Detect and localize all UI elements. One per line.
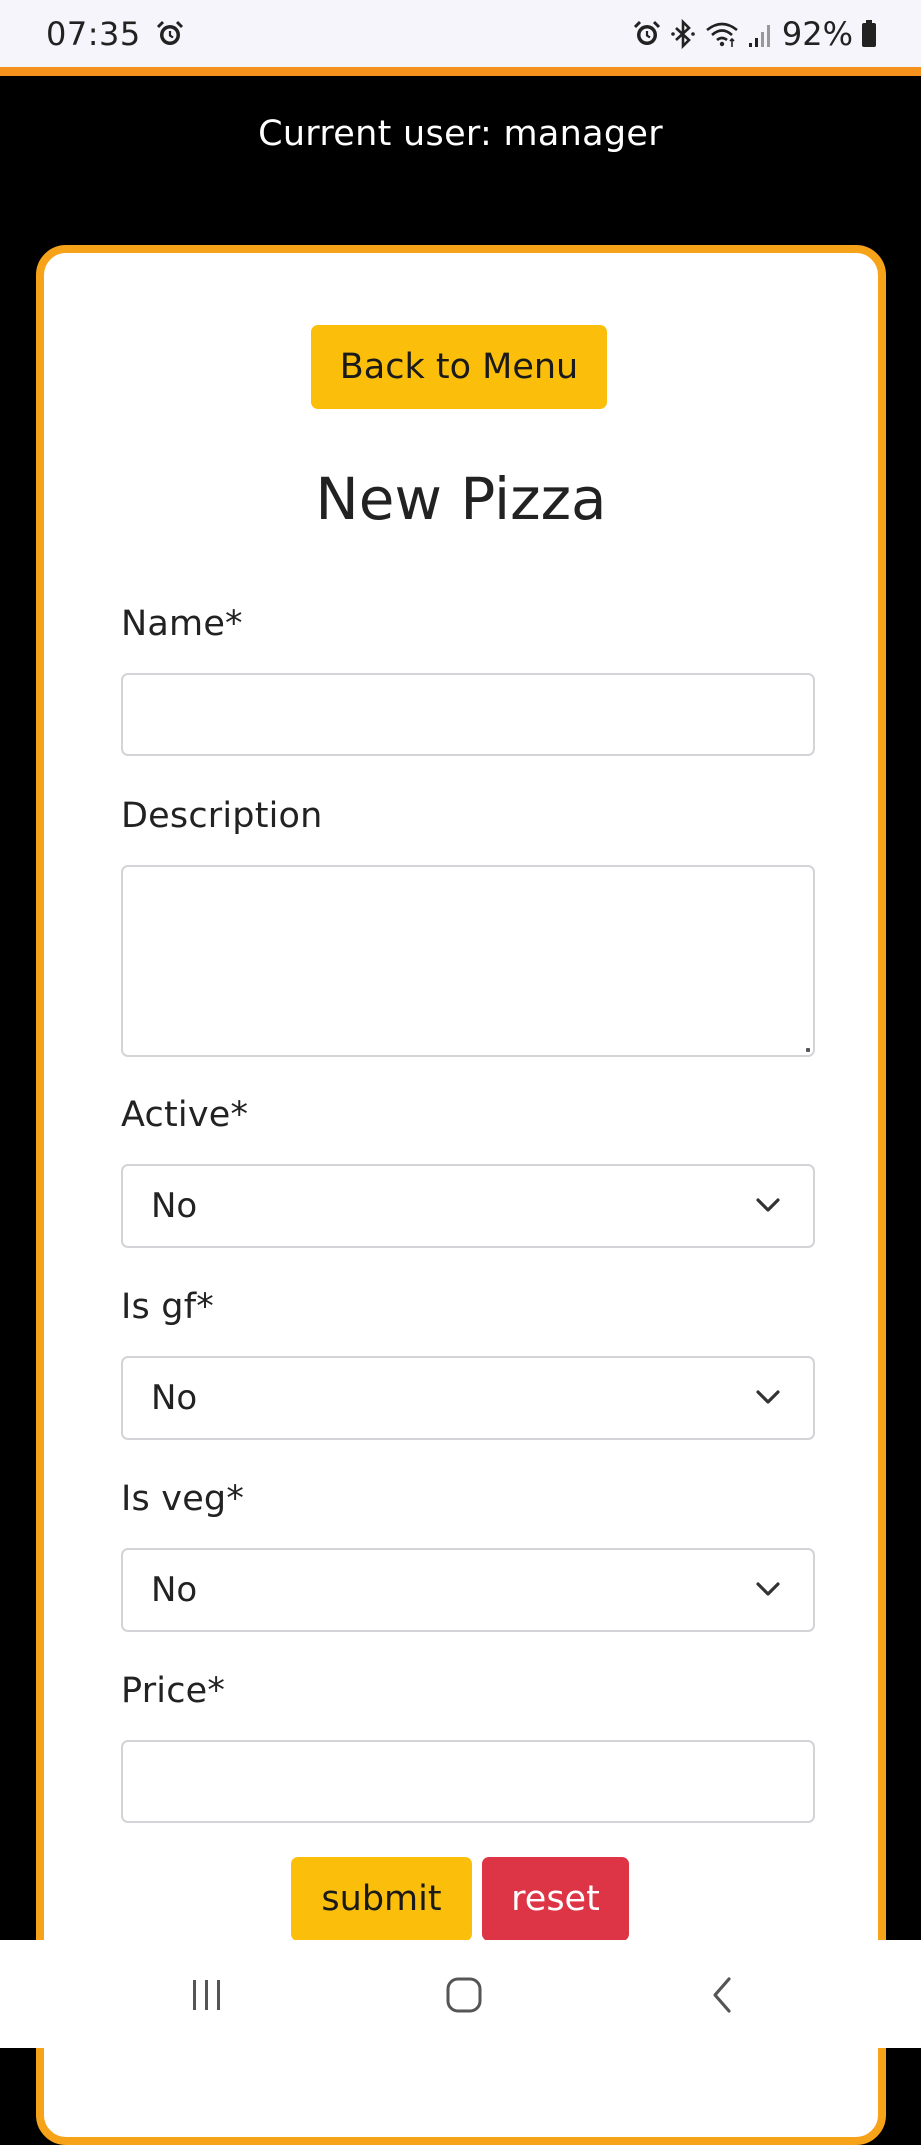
system-nav-bar [0, 1940, 921, 2048]
back-icon[interactable] [692, 1970, 752, 2020]
is-gf-label: Is gf* [121, 1287, 214, 1327]
back-to-menu-button[interactable]: Back to Menu [311, 325, 607, 409]
description-textarea[interactable] [121, 865, 815, 1057]
reset-button[interactable]: reset [482, 1857, 629, 1941]
wifi-icon [704, 19, 740, 49]
page-title: New Pizza [315, 465, 607, 533]
status-time: 07:35 [46, 15, 141, 53]
recent-apps-icon[interactable] [177, 1970, 237, 2020]
battery-icon [861, 20, 877, 48]
active-select-value: No [151, 1186, 198, 1226]
resize-handle[interactable] [806, 1048, 810, 1052]
header: Current user: manager [0, 76, 921, 246]
is-gf-select-value: No [151, 1378, 198, 1418]
is-veg-select[interactable]: No [121, 1548, 815, 1632]
form-card: Back to Menu New Pizza Name* Description… [36, 245, 886, 2145]
status-right: 92% [632, 14, 877, 54]
name-label: Name* [121, 604, 243, 644]
alarm-icon [632, 19, 662, 49]
submit-button[interactable]: submit [291, 1857, 472, 1941]
status-bar: 07:35 92% [0, 0, 921, 67]
bluetooth-icon [670, 19, 696, 49]
description-label: Description [121, 796, 323, 836]
status-left: 07:35 [46, 14, 185, 54]
name-input[interactable] [121, 673, 815, 756]
active-select[interactable]: No [121, 1164, 815, 1248]
chevron-down-icon [755, 1580, 781, 1602]
signal-icon [748, 19, 774, 49]
is-gf-select[interactable]: No [121, 1356, 815, 1440]
is-veg-label: Is veg* [121, 1479, 245, 1519]
accent-strip [0, 67, 921, 76]
chevron-down-icon [755, 1196, 781, 1218]
home-icon[interactable] [434, 1970, 494, 2020]
active-label: Active* [121, 1095, 249, 1135]
is-veg-select-value: No [151, 1570, 198, 1610]
current-user-label: Current user: manager [258, 114, 663, 154]
chevron-down-icon [755, 1388, 781, 1410]
price-label: Price* [121, 1671, 226, 1711]
battery-percent: 92% [781, 15, 853, 53]
price-input[interactable] [121, 1740, 815, 1823]
alarm-icon [155, 19, 185, 49]
